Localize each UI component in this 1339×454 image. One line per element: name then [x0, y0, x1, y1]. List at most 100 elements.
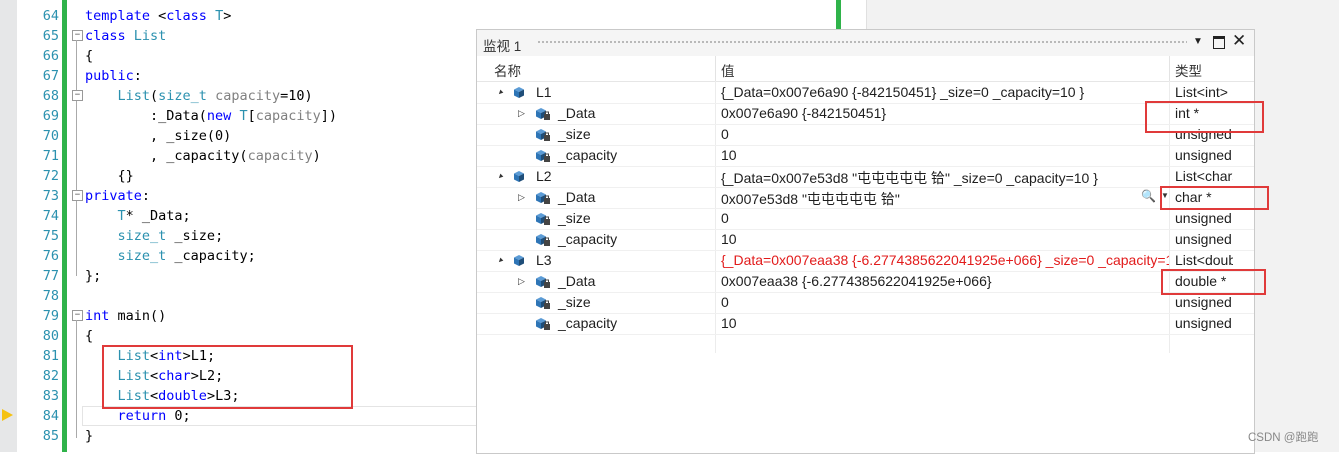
line-number: 69: [42, 108, 59, 124]
line-number: 76: [42, 248, 59, 264]
watch-value[interactable]: 0x007e6a90 {-842150451}: [721, 105, 1169, 121]
watch-row[interactable]: ▷ _Data 0x007e53d8 "屯屯屯屯屯 铪" 🔍 ▼ char *: [477, 187, 1254, 209]
code-line[interactable]: private:: [85, 186, 150, 206]
watch-window[interactable]: 监视 1 ▼ ✕ 名称 值 类型 ▲ L1 {_Data=0x007e6a90 {-…: [476, 29, 1255, 454]
line-number: 84: [42, 408, 59, 424]
column-header-value[interactable]: 值: [721, 60, 735, 80]
watch-value[interactable]: 10: [721, 147, 1169, 163]
watch-row[interactable]: ▲ L3 {_Data=0x007eaa38 {-6.277438562204192…: [477, 250, 1254, 272]
line-number: 77: [42, 268, 59, 284]
watch-row[interactable]: _capacity 10 unsigned: [477, 145, 1254, 167]
watch-name: L1: [536, 84, 552, 100]
watch-type: unsigned: [1175, 294, 1232, 310]
watch-value[interactable]: 0x007eaa38 {-6.2774385622041925e+066}: [721, 273, 1169, 289]
code-line[interactable]: List(size_t capacity=10): [85, 86, 313, 106]
variable-icon: [513, 86, 525, 98]
current-statement-arrow-icon: [2, 409, 13, 421]
code-line[interactable]: {: [85, 326, 93, 346]
fold-toggle-class-icon[interactable]: −: [72, 30, 83, 41]
variable-icon: [513, 170, 525, 182]
column-header-name[interactable]: 名称: [494, 60, 521, 80]
watch-title-bar[interactable]: 监视 1 ▼ ✕: [477, 30, 1254, 56]
breakpoint-gutter[interactable]: [0, 0, 17, 452]
line-number: 72: [42, 168, 59, 184]
watch-value[interactable]: {_Data=0x007e53d8 "屯屯屯屯屯 铪" _size=0 _cap…: [721, 168, 1169, 188]
code-line[interactable]: size_t _size;: [85, 226, 224, 246]
watch-name: _Data: [558, 189, 596, 205]
text-visualizer-icon[interactable]: 🔍: [1141, 189, 1156, 203]
watch-value[interactable]: 0: [721, 126, 1169, 142]
column-splitter[interactable]: [1169, 56, 1170, 81]
watch-row[interactable]: ▷ _Data 0x007eaa38 {-6.2774385622041925e+0…: [477, 271, 1254, 293]
watch-row[interactable]: ▲ L1 {_Data=0x007e6a90 {-842150451} _size=…: [477, 82, 1254, 104]
line-number: 64: [42, 8, 59, 24]
watch-value[interactable]: 0: [721, 210, 1169, 226]
collapse-arrow-icon[interactable]: ▲: [492, 252, 509, 269]
line-number: 68: [42, 88, 59, 104]
code-line[interactable]: {}: [85, 166, 134, 186]
highlight-box-char-type: [1160, 186, 1269, 210]
maximize-icon[interactable]: [1213, 36, 1225, 49]
line-number: 81: [42, 348, 59, 364]
highlight-box-declarations: [102, 345, 353, 409]
line-number: 70: [42, 128, 59, 144]
code-line[interactable]: };: [85, 266, 101, 286]
collapse-arrow-icon[interactable]: ▲: [492, 168, 509, 185]
drag-grip[interactable]: [537, 40, 1187, 45]
code-line[interactable]: public:: [85, 66, 142, 86]
watch-value[interactable]: 10: [721, 231, 1169, 247]
fold-toggle-private-icon[interactable]: −: [72, 190, 83, 201]
line-number: 71: [42, 148, 59, 164]
code-line[interactable]: size_t _capacity;: [85, 246, 256, 266]
column-header-type[interactable]: 类型: [1175, 60, 1202, 80]
watch-row[interactable]: ▲ L2 {_Data=0x007e53d8 "屯屯屯屯屯 铪" _size=0 _…: [477, 166, 1254, 188]
watch-type: unsigned: [1175, 210, 1232, 226]
code-line[interactable]: {: [85, 46, 93, 66]
watch-value[interactable]: 0: [721, 294, 1169, 310]
expand-arrow-icon[interactable]: ▷: [518, 187, 525, 208]
code-line[interactable]: , _size(0): [85, 126, 231, 146]
code-line[interactable]: template <class T>: [85, 6, 231, 26]
line-number: 74: [42, 208, 59, 224]
watch-name: _size: [558, 210, 591, 226]
watch-row[interactable]: _size 0 unsigned: [477, 292, 1254, 314]
watch-row[interactable]: ▷ _Data 0x007e6a90 {-842150451} int *: [477, 103, 1254, 125]
column-splitter[interactable]: [715, 56, 716, 81]
watermark: CSDN @跑跑: [1248, 432, 1319, 444]
field-icon: [535, 191, 550, 204]
field-icon: [535, 149, 550, 162]
close-icon[interactable]: ✕: [1232, 31, 1246, 51]
line-number: 67: [42, 68, 59, 84]
column-header: 名称 值 类型: [477, 56, 1254, 82]
fold-toggle-ctor-icon[interactable]: −: [72, 90, 83, 101]
watch-row[interactable]: _capacity 10 unsigned: [477, 229, 1254, 251]
code-line[interactable]: }: [85, 426, 93, 446]
code-line[interactable]: :_Data(new T[capacity]): [85, 106, 337, 126]
code-line[interactable]: int main(): [85, 306, 166, 326]
field-icon: [535, 107, 550, 120]
watch-type: List<double>: [1175, 252, 1233, 268]
line-number: 85: [42, 428, 59, 444]
line-number: 73: [42, 188, 59, 204]
watch-value[interactable]: 10: [721, 315, 1169, 331]
watch-row[interactable]: _size 0 unsigned: [477, 124, 1254, 146]
watch-value[interactable]: 0x007e53d8 "屯屯屯屯屯 铪": [721, 189, 1169, 209]
watch-row[interactable]: _size 0 unsigned: [477, 208, 1254, 230]
highlight-box-int-type: [1145, 101, 1264, 133]
fold-toggle-main-icon[interactable]: −: [72, 310, 83, 321]
expand-arrow-icon[interactable]: ▷: [518, 103, 525, 124]
code-line[interactable]: return 0;: [85, 406, 191, 426]
line-number: 82: [42, 368, 59, 384]
expand-arrow-icon[interactable]: ▷: [518, 271, 525, 292]
watch-value[interactable]: {_Data=0x007eaa38 {-6.2774385622041925e+…: [721, 252, 1169, 268]
code-line[interactable]: , _capacity(capacity): [85, 146, 321, 166]
watch-row[interactable]: _capacity 10 unsigned: [477, 313, 1254, 335]
watch-value[interactable]: {_Data=0x007e6a90 {-842150451} _size=0 _…: [721, 84, 1169, 100]
collapse-arrow-icon[interactable]: ▲: [492, 84, 509, 101]
dropdown-arrow-icon[interactable]: ▼: [1193, 36, 1203, 47]
watch-type: unsigned: [1175, 231, 1232, 247]
code-line[interactable]: T* _Data;: [85, 206, 191, 226]
code-line[interactable]: class List: [85, 26, 166, 46]
watch-name: _Data: [558, 273, 596, 289]
change-tracking-bar: [62, 0, 67, 452]
